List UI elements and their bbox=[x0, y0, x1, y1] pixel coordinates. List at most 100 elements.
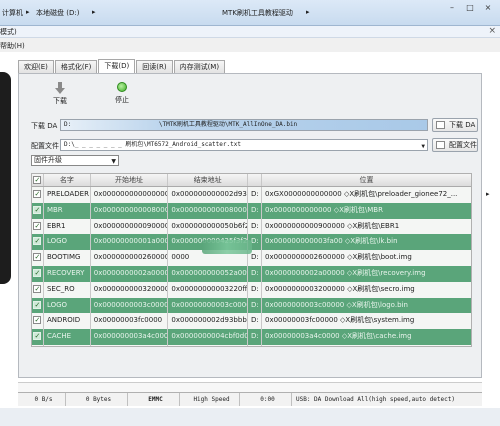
row-checkbox[interactable]: ✓ bbox=[32, 187, 44, 203]
app-title-bar: 模式) × bbox=[0, 26, 500, 38]
start-address: 0x00000003fc0000 bbox=[91, 313, 169, 330]
column-header-location: 位置 bbox=[359, 176, 374, 184]
end-address: 0x00000000003c00000 bbox=[168, 297, 249, 314]
row-checkbox[interactable]: ✓ bbox=[32, 297, 44, 314]
tab-readback[interactable]: 回读(R) bbox=[136, 60, 173, 73]
da-path-field[interactable]: D: \TMTK刷机工具教程驱动\MTK_AllInOne_DA.bin bbox=[60, 119, 428, 131]
window-controls: – □ × bbox=[446, 4, 494, 12]
breadcrumb-separator-icon: ▸ bbox=[306, 8, 310, 16]
end-address: 0x0000000000080000 bbox=[168, 202, 249, 219]
table-row[interactable]: ✓ PRELOADER 0x0000000000000000 0x0000000000… bbox=[32, 187, 471, 203]
row-checkbox[interactable]: ✓ bbox=[32, 281, 44, 298]
status-time: 0:00 bbox=[240, 393, 292, 406]
row-checkbox[interactable]: ✓ bbox=[32, 234, 44, 251]
scatter-path-field[interactable]: D:\_ _ _ _ _ _ _ 刷机包\MT6572_Android_scat… bbox=[60, 139, 428, 151]
scroll-arrow-icon[interactable]: ▸ bbox=[486, 190, 494, 198]
file-location: 0x00000003fc00000 ◇X刷机包\system.img bbox=[265, 316, 415, 325]
status-usb-speed: High Speed bbox=[180, 393, 240, 406]
region: D: bbox=[248, 297, 262, 314]
status-storage: EMMC bbox=[128, 393, 180, 406]
row-checkbox[interactable]: ✓ bbox=[32, 202, 44, 219]
end-address: 0x000000000002d93bbb7 bbox=[168, 187, 249, 203]
stop-button[interactable]: 停止 bbox=[112, 82, 132, 105]
da-label: 下载 DA bbox=[31, 122, 58, 130]
table-row[interactable]: ✓ ANDROID 0x00000003fc0000 0x000000002d93bb… bbox=[32, 313, 471, 330]
chevron-down-icon[interactable]: ▼ bbox=[421, 142, 425, 150]
end-address: 0x000000000050b6f24f bbox=[168, 344, 249, 346]
column-header-region bbox=[248, 174, 262, 186]
table-body: ✓ PRELOADER 0x0000000000000000 0x0000000000… bbox=[32, 187, 471, 346]
start-address: 0x0000000000900000 bbox=[91, 218, 169, 235]
phone-image bbox=[0, 72, 11, 284]
table-row[interactable]: ✓ SEC_RO 0x0000000003200000 0x0000000000322… bbox=[32, 281, 471, 298]
table-row[interactable]: ✓ EBR1 0x0000000000900000 0x000000000050b6f… bbox=[32, 218, 471, 235]
table-row[interactable]: ✓ RECOVERY 0x0000000002a00000 0x00000000005… bbox=[32, 265, 471, 282]
row-checkbox[interactable]: ✓ bbox=[32, 265, 44, 282]
close-icon[interactable]: × bbox=[482, 4, 494, 12]
start-address: 0x0000000002600000 bbox=[91, 250, 169, 266]
tab-download[interactable]: 下载(D) bbox=[98, 59, 136, 73]
download-button-label: 下载 bbox=[53, 97, 67, 105]
file-location: 0x0000000002a00000 ◇X刷机包\recovery.img bbox=[265, 268, 426, 277]
checkbox-icon[interactable]: ✓ bbox=[33, 316, 42, 325]
region: D: bbox=[248, 281, 262, 298]
start-address: 0x0000000003c00000 bbox=[91, 297, 169, 314]
tab-welcome[interactable]: 欢迎(E) bbox=[18, 60, 54, 73]
select-all-checkbox[interactable]: ✓ bbox=[32, 174, 44, 186]
file-location: 0x00000003a4c0000 ◇X刷机包\cache.img bbox=[265, 332, 412, 341]
checkbox-icon[interactable]: ✓ bbox=[33, 253, 42, 262]
checkbox-icon[interactable]: ✓ bbox=[33, 332, 42, 341]
file-location: 0x0000000003c00000 ◇X刷机包\logo.bin bbox=[265, 300, 408, 309]
file-location: 0x0000000003200000 ◇X刷机包\secro.img bbox=[265, 284, 415, 293]
folder-icon bbox=[436, 141, 445, 149]
checkbox-icon[interactable]: ✓ bbox=[33, 268, 42, 277]
region: D: bbox=[248, 329, 262, 345]
tab-format[interactable]: 格式化(F) bbox=[54, 60, 98, 73]
download-agent-button[interactable]: 下载 DA bbox=[432, 118, 478, 132]
checkbox-icon[interactable]: ✓ bbox=[33, 190, 42, 198]
folder-icon bbox=[436, 121, 445, 129]
scatter-file-button[interactable]: 配置文件 bbox=[432, 138, 478, 152]
partition-name: CACHE bbox=[44, 329, 91, 345]
breadcrumb-drive[interactable]: 本地磁盘 (D:) bbox=[36, 8, 79, 18]
file-location: 0x000000000003fa00 ◇X刷机包\lk.bin bbox=[265, 237, 398, 246]
row-checkbox[interactable]: ✓ bbox=[32, 329, 44, 345]
column-header-end: 结束地址 bbox=[168, 174, 249, 186]
explorer-address-bar: 计算机 ▸ 本地磁盘 (D:) ▸ MTK刷机工具教程驱动 ▸ – □ × bbox=[0, 0, 500, 26]
table-row[interactable]: ✓ MBR 0x0000000000080000 0x0000000000080000… bbox=[32, 202, 471, 219]
end-address: 0x0000000004cbf0d0 bbox=[168, 329, 249, 345]
tab-memory-test[interactable]: 内存测试(M) bbox=[173, 60, 226, 73]
checkbox-icon[interactable]: ✓ bbox=[33, 205, 42, 214]
tab-bar: 欢迎(E) 格式化(F) 下载(D) 回读(R) 内存测试(M) bbox=[18, 59, 226, 73]
checkbox-icon[interactable]: ✓ bbox=[33, 237, 42, 246]
row-checkbox[interactable]: ✓ bbox=[32, 218, 44, 235]
chevron-down-icon[interactable]: ▼ bbox=[111, 157, 116, 166]
download-button[interactable]: 下载 bbox=[50, 82, 70, 106]
checkbox-icon[interactable]: ✓ bbox=[33, 221, 42, 230]
window-bottom-edge bbox=[0, 408, 500, 426]
row-checkbox[interactable]: ✓ bbox=[32, 250, 44, 266]
breadcrumb-computer[interactable]: 计算机 bbox=[2, 8, 23, 18]
checkbox-icon[interactable]: ✓ bbox=[33, 300, 42, 309]
row-checkbox[interactable]: ✓ bbox=[32, 344, 44, 346]
table-row[interactable]: ✓ CACHE 0x000000003a4c0000 0x0000000004cbf0… bbox=[32, 329, 471, 345]
region: D: bbox=[248, 218, 262, 235]
breadcrumb-folder[interactable]: MTK刷机工具教程驱动 bbox=[222, 8, 293, 18]
end-address: 0x000000000050b6f24f bbox=[168, 218, 249, 235]
menu-help[interactable]: 帮助(H) bbox=[0, 41, 25, 51]
minimize-icon[interactable]: – bbox=[446, 4, 458, 12]
column-header-start: 开始地址 bbox=[91, 174, 169, 186]
table-row[interactable]: ✓ LOGO 0x0000000003c00000 0x00000000003c000… bbox=[32, 297, 471, 314]
file-location: 0x000000000473c0000 ◇X刷机包\userdata.img bbox=[262, 345, 471, 346]
region: D: bbox=[248, 202, 262, 219]
checkbox-icon[interactable]: ✓ bbox=[33, 284, 42, 293]
scatter-path-text: D:\_ _ _ _ _ _ _ 刷机包\MT6572_Android_scat… bbox=[64, 141, 241, 148]
close-icon[interactable]: × bbox=[488, 26, 496, 36]
table-row[interactable]: ✓USRDATA0x00000000473c00000x000000000050… bbox=[32, 344, 471, 346]
start-address: 0x0000000003200000 bbox=[91, 281, 169, 298]
partition-name: LOGO bbox=[44, 297, 91, 314]
download-mode-select[interactable]: 固件升级 ▼ bbox=[31, 155, 119, 166]
row-checkbox[interactable]: ✓ bbox=[32, 313, 44, 330]
maximize-icon[interactable]: □ bbox=[464, 4, 476, 12]
start-address: 0x00000000001a00000 bbox=[91, 234, 169, 251]
